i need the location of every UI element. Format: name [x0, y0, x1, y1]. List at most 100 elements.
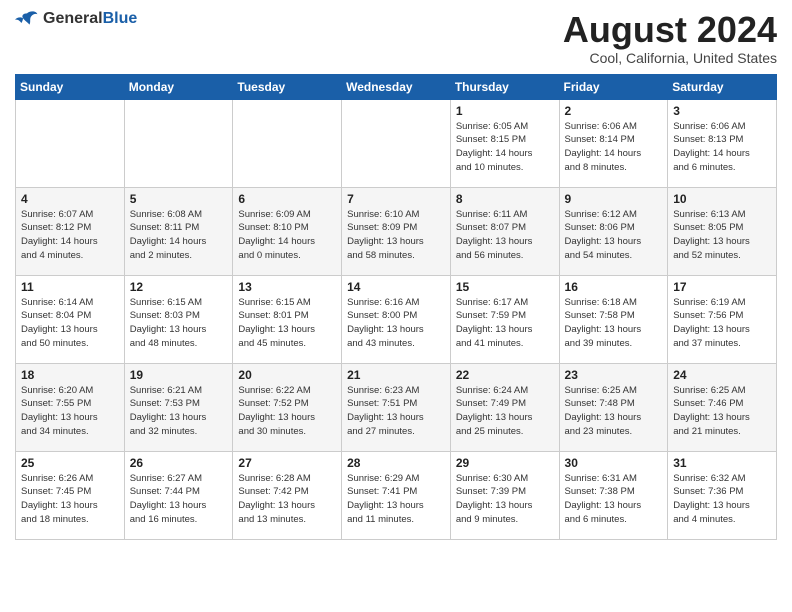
day-info: Sunrise: 6:26 AM Sunset: 7:45 PM Dayligh…	[21, 472, 119, 527]
day-number: 18	[21, 368, 119, 382]
day-info: Sunrise: 6:31 AM Sunset: 7:38 PM Dayligh…	[565, 472, 663, 527]
calendar-cell: 16Sunrise: 6:18 AM Sunset: 7:58 PM Dayli…	[559, 275, 668, 363]
day-info: Sunrise: 6:08 AM Sunset: 8:11 PM Dayligh…	[130, 208, 228, 263]
day-info: Sunrise: 6:25 AM Sunset: 7:48 PM Dayligh…	[565, 384, 663, 439]
calendar-cell: 1 Sunrise: 6:05 AM Sunset: 8:15 PM Daylig…	[450, 99, 559, 187]
month-title: August 2024	[563, 10, 777, 50]
calendar-cell: 29 Sunrise: 6:30 AM Sunset: 7:39 PM Dayli…	[450, 451, 559, 539]
day-info: Sunrise: 6:24 AM Sunset: 7:49 PM Dayligh…	[456, 384, 554, 439]
day-number: 14	[347, 280, 445, 294]
calendar-cell: 18 Sunrise: 6:20 AM Sunset: 7:55 PM Dayli…	[16, 363, 125, 451]
day-info: Sunrise: 6:06 AM Sunset: 8:13 PM Dayligh…	[673, 120, 771, 175]
header-cell-sunday: Sunday	[16, 74, 125, 99]
header-cell-tuesday: Tuesday	[233, 74, 342, 99]
calendar-cell: 13Sunrise: 6:15 AM Sunset: 8:01 PM Dayli…	[233, 275, 342, 363]
calendar-body: 1 Sunrise: 6:05 AM Sunset: 8:15 PM Daylig…	[16, 99, 777, 539]
calendar-cell: 20Sunrise: 6:22 AM Sunset: 7:52 PM Dayli…	[233, 363, 342, 451]
day-info: Sunrise: 6:32 AM Sunset: 7:36 PM Dayligh…	[673, 472, 771, 527]
day-info: Sunrise: 6:27 AM Sunset: 7:44 PM Dayligh…	[130, 472, 228, 527]
header-cell-monday: Monday	[124, 74, 233, 99]
calendar-week-3: 18 Sunrise: 6:20 AM Sunset: 7:55 PM Dayli…	[16, 363, 777, 451]
calendar-cell	[16, 99, 125, 187]
calendar-cell: 12 Sunrise: 6:15 AM Sunset: 8:03 PM Dayli…	[124, 275, 233, 363]
day-info: Sunrise: 6:16 AM Sunset: 8:00 PM Dayligh…	[347, 296, 445, 351]
title-area: August 2024 Cool, California, United Sta…	[563, 10, 777, 66]
calendar-cell: 21 Sunrise: 6:23 AM Sunset: 7:51 PM Dayli…	[342, 363, 451, 451]
day-info: Sunrise: 6:23 AM Sunset: 7:51 PM Dayligh…	[347, 384, 445, 439]
day-info: Sunrise: 6:11 AM Sunset: 8:07 PM Dayligh…	[456, 208, 554, 263]
day-info: Sunrise: 6:22 AM Sunset: 7:52 PM Dayligh…	[238, 384, 336, 439]
calendar-cell: 17 Sunrise: 6:19 AM Sunset: 7:56 PM Dayli…	[668, 275, 777, 363]
calendar-cell: 4Sunrise: 6:07 AM Sunset: 8:12 PM Daylig…	[16, 187, 125, 275]
calendar-cell: 10 Sunrise: 6:13 AM Sunset: 8:05 PM Dayli…	[668, 187, 777, 275]
calendar-cell: 31 Sunrise: 6:32 AM Sunset: 7:36 PM Dayli…	[668, 451, 777, 539]
day-number: 9	[565, 192, 663, 206]
day-info: Sunrise: 6:10 AM Sunset: 8:09 PM Dayligh…	[347, 208, 445, 263]
calendar-cell: 9 Sunrise: 6:12 AM Sunset: 8:06 PM Daylig…	[559, 187, 668, 275]
day-number: 7	[347, 192, 445, 206]
calendar-cell: 11Sunrise: 6:14 AM Sunset: 8:04 PM Dayli…	[16, 275, 125, 363]
day-info: Sunrise: 6:25 AM Sunset: 7:46 PM Dayligh…	[673, 384, 771, 439]
calendar-cell: 3 Sunrise: 6:06 AM Sunset: 8:13 PM Daylig…	[668, 99, 777, 187]
day-number: 12	[130, 280, 228, 294]
calendar-cell	[233, 99, 342, 187]
day-info: Sunrise: 6:15 AM Sunset: 8:03 PM Dayligh…	[130, 296, 228, 351]
day-number: 17	[673, 280, 771, 294]
calendar-cell: 28Sunrise: 6:29 AM Sunset: 7:41 PM Dayli…	[342, 451, 451, 539]
day-number: 1	[456, 104, 554, 118]
day-number: 3	[673, 104, 771, 118]
logo-blue: Blue	[103, 10, 138, 27]
calendar-cell: 30 Sunrise: 6:31 AM Sunset: 7:38 PM Dayli…	[559, 451, 668, 539]
day-number: 31	[673, 456, 771, 470]
calendar-cell: 5 Sunrise: 6:08 AM Sunset: 8:11 PM Daylig…	[124, 187, 233, 275]
day-info: Sunrise: 6:06 AM Sunset: 8:14 PM Dayligh…	[565, 120, 663, 175]
day-info: Sunrise: 6:12 AM Sunset: 8:06 PM Dayligh…	[565, 208, 663, 263]
calendar-cell: 8 Sunrise: 6:11 AM Sunset: 8:07 PM Daylig…	[450, 187, 559, 275]
day-number: 5	[130, 192, 228, 206]
calendar-week-1: 4Sunrise: 6:07 AM Sunset: 8:12 PM Daylig…	[16, 187, 777, 275]
day-number: 24	[673, 368, 771, 382]
location-title: Cool, California, United States	[563, 50, 777, 66]
calendar-cell: 27Sunrise: 6:28 AM Sunset: 7:42 PM Dayli…	[233, 451, 342, 539]
calendar-cell: 7 Sunrise: 6:10 AM Sunset: 8:09 PM Daylig…	[342, 187, 451, 275]
day-number: 6	[238, 192, 336, 206]
calendar-cell	[124, 99, 233, 187]
calendar-cell: 6Sunrise: 6:09 AM Sunset: 8:10 PM Daylig…	[233, 187, 342, 275]
calendar-week-4: 25 Sunrise: 6:26 AM Sunset: 7:45 PM Dayli…	[16, 451, 777, 539]
day-number: 26	[130, 456, 228, 470]
header: GeneralBlue August 2024 Cool, California…	[15, 10, 777, 66]
day-number: 4	[21, 192, 119, 206]
day-info: Sunrise: 6:05 AM Sunset: 8:15 PM Dayligh…	[456, 120, 554, 175]
header-cell-wednesday: Wednesday	[342, 74, 451, 99]
day-number: 8	[456, 192, 554, 206]
day-number: 11	[21, 280, 119, 294]
day-number: 25	[21, 456, 119, 470]
day-number: 2	[565, 104, 663, 118]
day-number: 13	[238, 280, 336, 294]
calendar-cell: 26 Sunrise: 6:27 AM Sunset: 7:44 PM Dayli…	[124, 451, 233, 539]
day-info: Sunrise: 6:21 AM Sunset: 7:53 PM Dayligh…	[130, 384, 228, 439]
header-row: SundayMondayTuesdayWednesdayThursdayFrid…	[16, 74, 777, 99]
calendar-cell: 15 Sunrise: 6:17 AM Sunset: 7:59 PM Dayli…	[450, 275, 559, 363]
day-number: 30	[565, 456, 663, 470]
calendar-cell: 19Sunrise: 6:21 AM Sunset: 7:53 PM Dayli…	[124, 363, 233, 451]
day-number: 21	[347, 368, 445, 382]
day-info: Sunrise: 6:20 AM Sunset: 7:55 PM Dayligh…	[21, 384, 119, 439]
calendar-cell: 2 Sunrise: 6:06 AM Sunset: 8:14 PM Daylig…	[559, 99, 668, 187]
day-info: Sunrise: 6:17 AM Sunset: 7:59 PM Dayligh…	[456, 296, 554, 351]
day-number: 27	[238, 456, 336, 470]
calendar-header: SundayMondayTuesdayWednesdayThursdayFrid…	[16, 74, 777, 99]
day-number: 10	[673, 192, 771, 206]
day-number: 23	[565, 368, 663, 382]
header-cell-thursday: Thursday	[450, 74, 559, 99]
day-info: Sunrise: 6:19 AM Sunset: 7:56 PM Dayligh…	[673, 296, 771, 351]
logo: GeneralBlue	[15, 10, 137, 28]
day-info: Sunrise: 6:30 AM Sunset: 7:39 PM Dayligh…	[456, 472, 554, 527]
day-number: 15	[456, 280, 554, 294]
day-info: Sunrise: 6:13 AM Sunset: 8:05 PM Dayligh…	[673, 208, 771, 263]
day-number: 29	[456, 456, 554, 470]
calendar-cell	[342, 99, 451, 187]
calendar-cell: 23 Sunrise: 6:25 AM Sunset: 7:48 PM Dayli…	[559, 363, 668, 451]
header-cell-friday: Friday	[559, 74, 668, 99]
logo-bird-icon	[15, 10, 39, 28]
